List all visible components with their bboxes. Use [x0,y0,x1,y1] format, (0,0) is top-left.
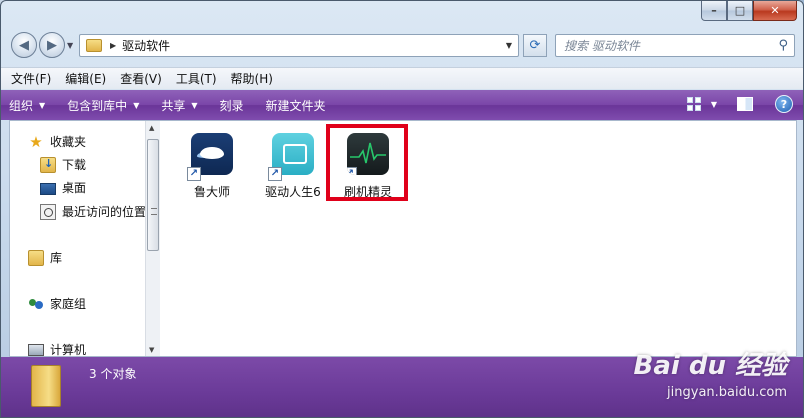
minimize-button[interactable]: – [701,1,727,21]
file-label: 鲁大师 [193,185,230,199]
burn-label: 刻录 [219,98,244,113]
caption-buttons: – □ ✕ [701,1,797,21]
chevron-down-icon: ▼ [191,100,198,110]
navigation-bar: ◀ ▶ ▼ ▶ 驱动软件 ▼ ⟳ 搜索 驱动软件 ⚲ [1,29,803,63]
sidebar-item-libraries[interactable]: 库 [28,249,62,266]
item-count: 3 个对象 [89,367,137,381]
sidebar-label: 桌面 [62,181,87,195]
downloads-folder-icon [40,156,56,173]
sidebar-item-downloads[interactable]: 下载 [40,156,86,173]
file-item-ludashi[interactable]: ↗ 鲁大师 [175,133,249,200]
grip-icon [151,208,157,215]
homegroup-icon [28,296,44,312]
sidebar-label: 下载 [62,158,87,172]
new-folder-label: 新建文件夹 [265,98,326,113]
sidebar-item-homegroup[interactable]: 家庭组 [28,295,86,312]
sidebar-item-desktop[interactable]: 桌面 [40,179,86,196]
computer-icon [28,343,44,356]
recent-pages-dropdown[interactable]: ▼ [67,41,73,50]
desktop-icon [40,182,56,195]
search-icon[interactable]: ⚲ [778,38,788,53]
file-label: 驱动人生6 [265,185,321,199]
watermark-url: jingyan.baidu.com [667,385,787,400]
share-button[interactable]: 共享 ▼ [161,97,197,114]
organize-button[interactable]: 组织 ▼ [9,97,45,114]
forward-button[interactable]: ▶ [39,32,65,58]
preview-pane-icon[interactable] [737,97,753,111]
refresh-button[interactable]: ⟳ [523,34,547,57]
sidebar-item-favorites[interactable]: ★ 收藏夹 [28,133,86,150]
menu-view[interactable]: 查看(V) [120,70,162,87]
share-label: 共享 [161,98,186,113]
search-input[interactable]: 搜索 驱动软件 ⚲ [555,34,795,57]
sidebar-label: 最近访问的位置 [62,205,147,219]
burn-button[interactable]: 刻录 [220,97,244,114]
folder-icon [31,365,61,407]
baidu-jingyan-watermark: Bai du 经验 jingyan.baidu.com [634,351,788,400]
address-bar[interactable]: ▶ 驱动软件 ▼ [79,34,519,57]
organize-label: 组织 [9,98,34,113]
chevron-down-icon: ▼ [133,100,140,110]
address-path[interactable]: 驱动软件 [122,37,170,54]
menu-bar: 文件(F) 编辑(E) 查看(V) 工具(T) 帮助(H) [1,67,803,89]
menu-file[interactable]: 文件(F) [11,70,51,87]
address-dropdown-icon[interactable]: ▼ [506,41,512,50]
menu-tools[interactable]: 工具(T) [176,70,217,87]
ludashi-icon: ↗ [187,133,233,181]
breadcrumb-arrow-icon[interactable]: ▶ [110,41,116,50]
sidebar-label: 家庭组 [50,297,87,311]
qudongrensheng-icon: ↗ [268,133,314,181]
include-in-library-button[interactable]: 包含到库中 ▼ [67,97,139,114]
sidebar-label: 收藏夹 [50,135,87,149]
back-button[interactable]: ◀ [11,32,37,58]
close-button[interactable]: ✕ [753,1,797,21]
command-bar-right: ▼ ? [686,95,793,113]
sidebar-item-computer[interactable]: 计算机 [28,341,86,358]
libraries-icon [28,249,44,266]
shortcut-arrow-icon: ↗ [187,167,201,181]
new-folder-button[interactable]: 新建文件夹 [266,97,326,114]
command-bar: 组织 ▼ 包含到库中 ▼ 共享 ▼ 刻录 新建文件夹 ▼ ? [1,90,803,120]
maximize-button[interactable]: □ [727,1,753,21]
search-placeholder: 搜索 驱动软件 [564,39,640,53]
scrollbar-thumb[interactable] [147,139,159,251]
sidebar-item-recent-places[interactable]: 最近访问的位置 [40,203,146,220]
star-icon: ★ [29,132,43,151]
navigation-scrollbar[interactable]: ▲ ▼ [145,121,160,356]
help-icon[interactable]: ? [775,95,793,113]
highlight-box [326,124,408,201]
menu-help[interactable]: 帮助(H) [231,70,273,87]
refresh-icon: ⟳ [529,38,541,53]
folder-icon [86,39,102,52]
change-view-icon[interactable] [686,97,701,111]
file-item-qudongrensheng[interactable]: ↗ 驱动人生6 [256,133,330,200]
include-in-library-label: 包含到库中 [67,98,128,113]
recent-places-icon [40,203,56,220]
scroll-up-icon[interactable]: ▲ [149,124,154,132]
menu-edit[interactable]: 编辑(E) [65,70,106,87]
sidebar-label: 库 [50,251,63,265]
sidebar-label: 计算机 [50,343,87,357]
view-dropdown-icon[interactable]: ▼ [711,100,717,109]
scroll-down-icon[interactable]: ▼ [149,346,154,354]
navigation-pane: ★ 收藏夹 下载 桌面 最近访问的位置 库 家庭组 [10,121,146,358]
watermark-brand: Bai du 经验 [633,351,788,381]
explorer-window: – □ ✕ ◀ ▶ ▼ ▶ 驱动软件 ▼ ⟳ 搜索 驱动软件 ⚲ 文件(F) 编… [0,0,804,418]
chevron-down-icon: ▼ [39,100,46,110]
shortcut-arrow-icon: ↗ [268,167,282,181]
